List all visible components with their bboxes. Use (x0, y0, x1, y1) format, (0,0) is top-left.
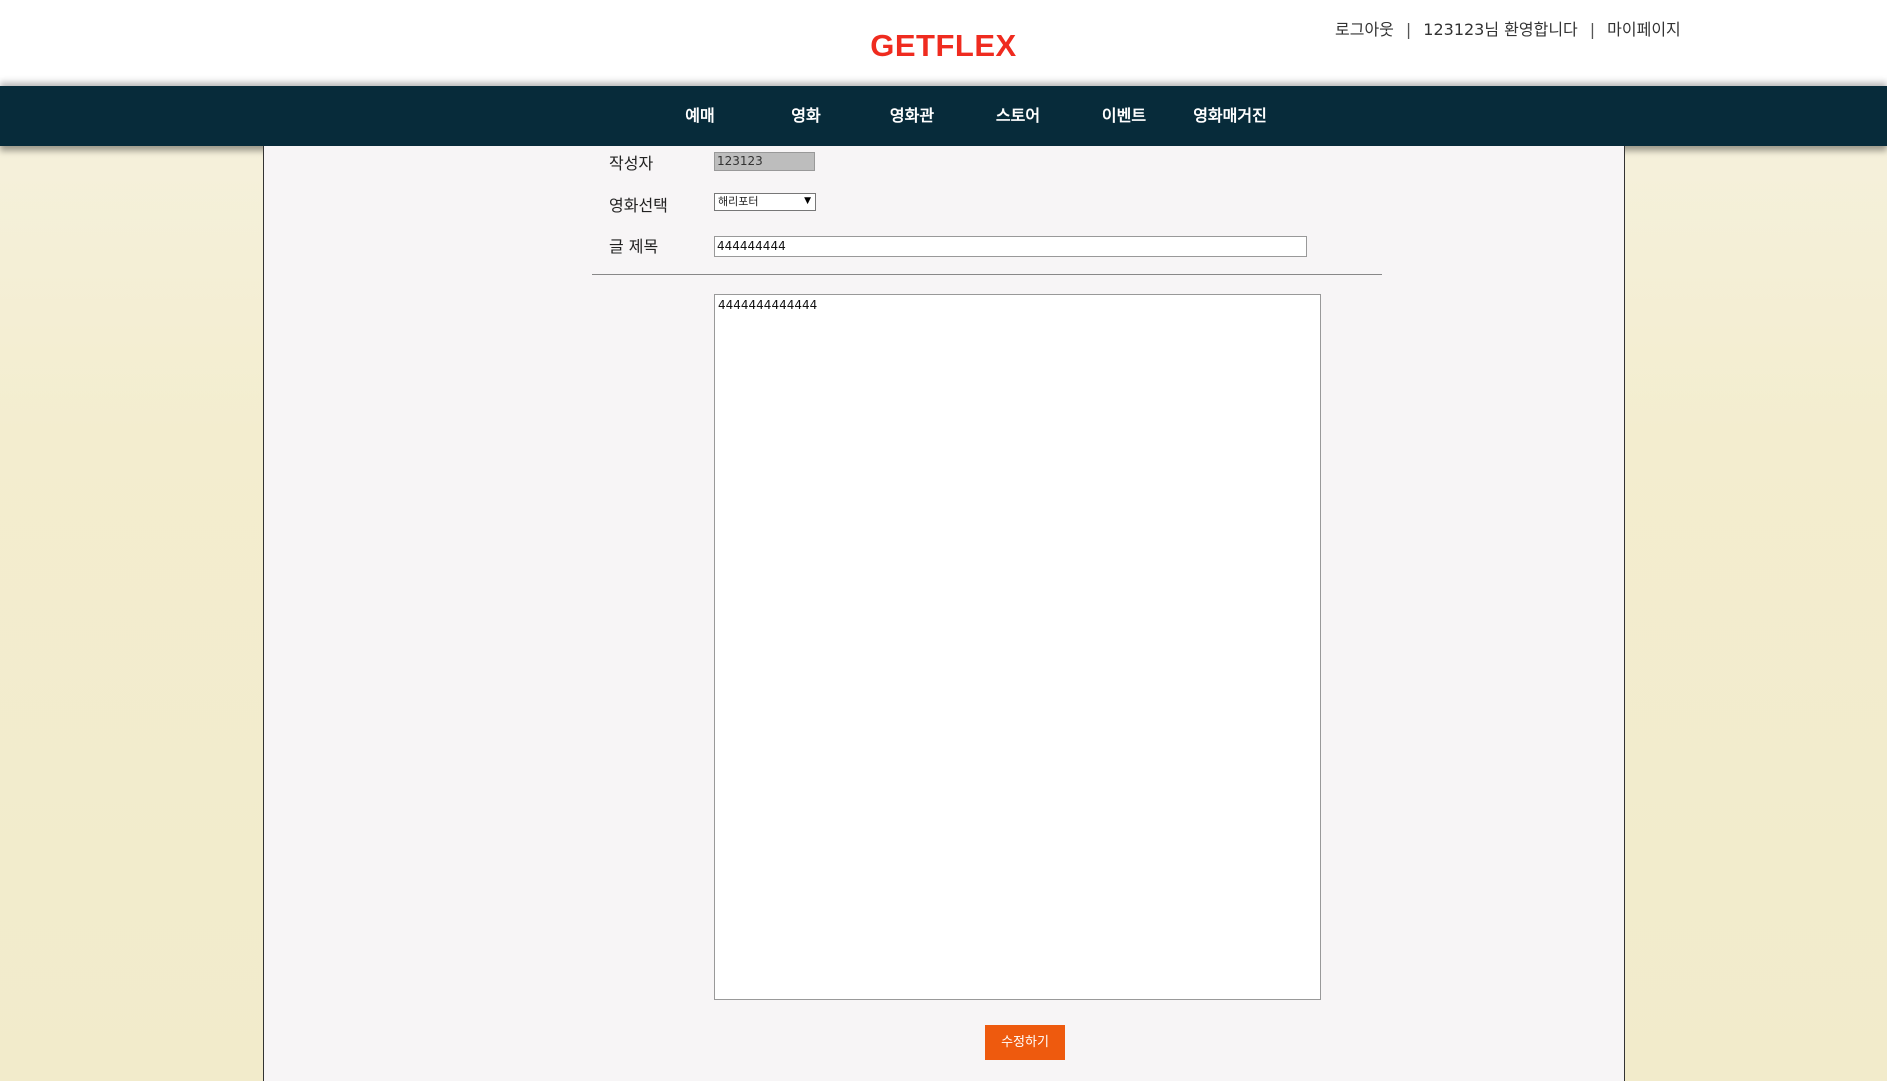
title-label: 글 제목 (609, 237, 659, 256)
edit-submit-button[interactable]: 수정하기 (985, 1025, 1065, 1060)
movie-select-value: 해리포터 (718, 195, 759, 208)
nav-item-event[interactable]: 이벤트 (1071, 86, 1177, 146)
movie-select[interactable]: 해리포터 ▼ (714, 193, 816, 211)
post-body-textarea[interactable]: 4444444444444 (714, 294, 1321, 1000)
nav-item-store[interactable]: 스토어 (965, 86, 1071, 146)
nav-item-movie[interactable]: 영화 (753, 86, 859, 146)
logout-link[interactable]: 로그아웃 (1335, 16, 1394, 40)
writer-field: 123123 (714, 152, 815, 171)
nav-item-reservation[interactable]: 예매 (647, 86, 753, 146)
user-menu: 로그아웃 | 123123님 환영합니다 | 마이페이지 (1335, 16, 1681, 40)
main-navbar: 예매 영화 영화관 스토어 이벤트 영화매거진 (0, 86, 1887, 146)
user-menu-separator: | (1405, 20, 1412, 39)
top-header: GETFLEX 로그아웃 | 123123님 환영합니다 | 마이페이지 (0, 0, 1887, 86)
mypage-link[interactable]: 마이페이지 (1607, 16, 1681, 40)
nav-item-magazine[interactable]: 영화매거진 (1177, 86, 1283, 146)
title-input[interactable]: 444444444 (714, 236, 1307, 257)
writer-label: 작성자 (609, 154, 654, 173)
form-divider (592, 274, 1382, 275)
user-menu-separator: | (1589, 20, 1596, 39)
movie-select-label: 영화선택 (609, 196, 668, 215)
nav-menu: 예매 영화 영화관 스토어 이벤트 영화매거진 (647, 86, 1283, 146)
welcome-text: 123123님 환영합니다 (1423, 20, 1578, 39)
nav-item-theater[interactable]: 영화관 (859, 86, 965, 146)
dropdown-arrow-icon: ▼ (804, 196, 811, 206)
edit-post-panel: 작성자 123123 영화선택 해리포터 ▼ 글 제목 444444444 44… (263, 146, 1625, 1081)
